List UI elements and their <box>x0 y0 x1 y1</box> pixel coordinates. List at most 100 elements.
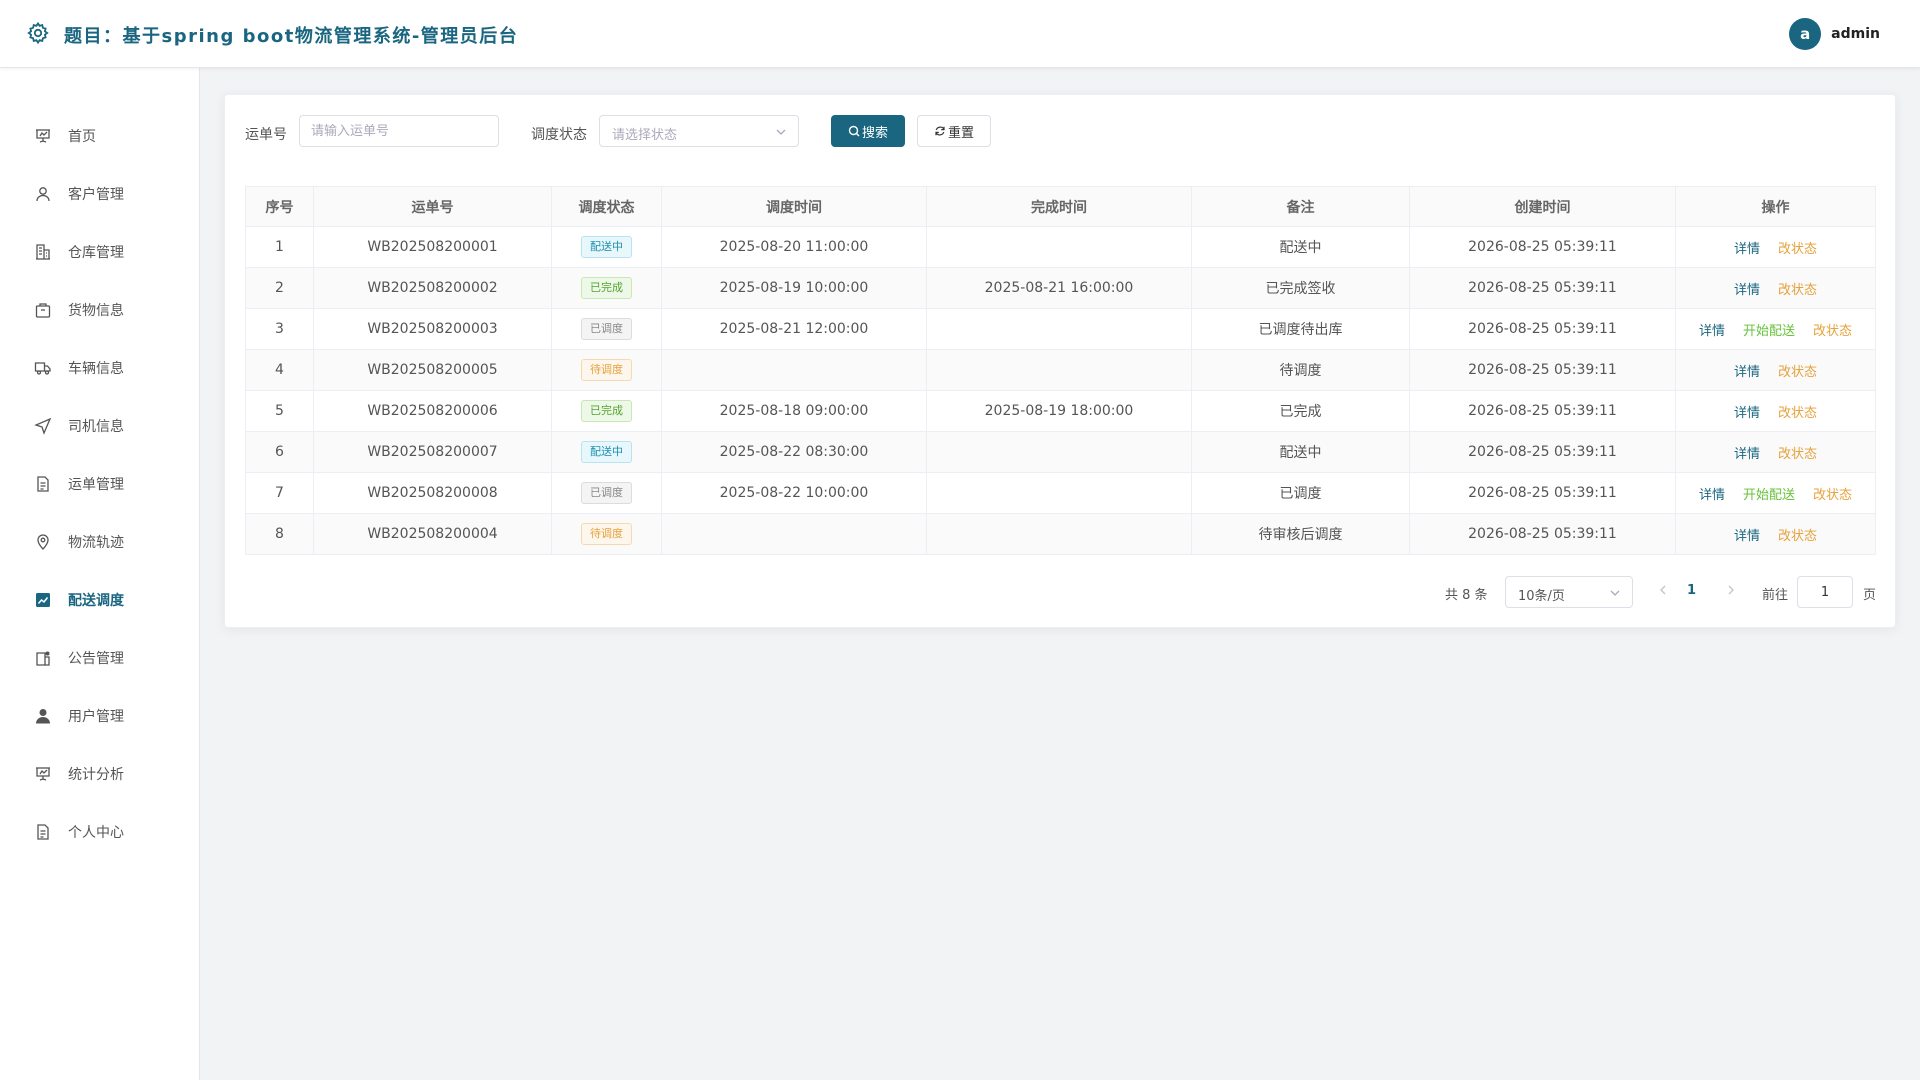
dispatch-time <box>661 349 927 391</box>
dispatch-time: 2025-08-22 10:00:00 <box>661 472 927 514</box>
sidebar-item[interactable]: 物流轨迹 <box>0 522 199 562</box>
dispatch-time: 2025-08-18 09:00:00 <box>661 390 927 432</box>
dispatch-panel: 运单号 调度状态 请选择状态 搜索 重置 序号运单号调度状态调度时间完成时间备注… <box>224 94 1896 628</box>
sidebar-item[interactable]: 运单管理 <box>0 464 199 504</box>
waybill-search-input[interactable] <box>299 115 499 147</box>
column-header: 创建时间 <box>1409 186 1676 227</box>
actions-cell: 详情 改状态 <box>1675 226 1876 268</box>
goto-page-input[interactable] <box>1797 576 1853 608</box>
start-delivery-link[interactable]: 开始配送 <box>1743 488 1795 503</box>
remark: 配送中 <box>1191 431 1410 473</box>
remark: 已完成 <box>1191 390 1410 432</box>
sidebar-item[interactable]: 用户管理 <box>0 696 199 736</box>
remark: 待审核后调度 <box>1191 513 1410 555</box>
dispatch-time: 2025-08-19 10:00:00 <box>661 267 927 309</box>
actions-cell: 详情 开始配送 改状态 <box>1675 308 1876 350</box>
detail-link[interactable]: 详情 <box>1734 529 1760 544</box>
detail-link[interactable]: 详情 <box>1699 488 1725 503</box>
actions-cell: 详情 开始配送 改状态 <box>1675 472 1876 514</box>
column-header: 调度时间 <box>661 186 927 227</box>
status-cell: 已调度 <box>551 308 662 350</box>
start-delivery-link[interactable]: 开始配送 <box>1743 324 1795 339</box>
status-select[interactable]: 请选择状态 <box>599 115 799 147</box>
location-pin-icon <box>34 533 52 551</box>
change-status-link[interactable]: 改状态 <box>1813 324 1852 339</box>
remark: 已调度 <box>1191 472 1410 514</box>
username[interactable]: admin <box>1831 26 1880 42</box>
table-row: 4 WB202508200005 待调度 待调度 2026-08-25 05:39:11… <box>245 349 1876 391</box>
detail-link[interactable]: 详情 <box>1699 324 1725 339</box>
status-filter-label: 调度状态 <box>531 127 587 143</box>
waybill-filter-label: 运单号 <box>245 127 287 143</box>
detail-link[interactable]: 详情 <box>1734 242 1760 257</box>
change-status-link[interactable]: 改状态 <box>1813 488 1852 503</box>
complete-time: 2025-08-19 18:00:00 <box>926 390 1192 432</box>
status-select-placeholder: 请选择状态 <box>612 128 678 143</box>
sidebar-item[interactable]: 统计分析 <box>0 754 199 794</box>
complete-time <box>926 472 1192 514</box>
actions-cell: 详情 改状态 <box>1675 431 1876 473</box>
user-menu[interactable]: a admin <box>1789 18 1880 50</box>
refresh-icon <box>935 126 945 136</box>
created-time: 2026-08-25 05:39:11 <box>1409 349 1676 391</box>
row-index: 2 <box>245 267 314 309</box>
detail-link[interactable]: 详情 <box>1734 283 1760 298</box>
goto-label: 前往 <box>1762 588 1789 603</box>
notice-icon <box>34 649 52 667</box>
detail-link[interactable]: 详情 <box>1734 406 1760 421</box>
sidebar-item[interactable]: 客户管理 <box>0 174 199 214</box>
search-icon <box>848 125 860 137</box>
dispatch-time <box>661 513 927 555</box>
row-index: 1 <box>245 226 314 268</box>
sidebar-item-label: 个人中心 <box>68 825 124 841</box>
remark: 待调度 <box>1191 349 1410 391</box>
status-badge: 配送中 <box>581 441 632 463</box>
complete-time <box>926 513 1192 555</box>
page-size-select[interactable]: 10条/页 <box>1505 576 1633 608</box>
change-status-link[interactable]: 改状态 <box>1778 447 1817 462</box>
status-badge: 已完成 <box>581 277 632 299</box>
person-icon <box>34 707 52 725</box>
search-button[interactable]: 搜索 <box>831 115 905 147</box>
box-icon <box>34 301 52 319</box>
current-page-number[interactable]: 1 <box>1687 583 1696 598</box>
created-time: 2026-08-25 05:39:11 <box>1409 513 1676 555</box>
row-index: 5 <box>245 390 314 432</box>
sidebar-item[interactable]: 公告管理 <box>0 638 199 678</box>
dispatch-time: 2025-08-21 12:00:00 <box>661 308 927 350</box>
actions-cell: 详情 改状态 <box>1675 349 1876 391</box>
detail-link[interactable]: 详情 <box>1734 365 1760 380</box>
change-status-link[interactable]: 改状态 <box>1778 283 1817 298</box>
sidebar-item[interactable]: 司机信息 <box>0 406 199 446</box>
app-title: 题目：基于spring boot物流管理系统-管理员后台 <box>64 26 519 47</box>
sidebar-item-label: 仓库管理 <box>68 245 124 261</box>
sidebar-item-label: 客户管理 <box>68 187 124 203</box>
table-row: 1 WB202508200001 配送中 2025-08-20 11:00:00 配送中… <box>245 226 1876 268</box>
created-time: 2026-08-25 05:39:11 <box>1409 308 1676 350</box>
change-status-link[interactable]: 改状态 <box>1778 242 1817 257</box>
status-cell: 配送中 <box>551 226 662 268</box>
change-status-link[interactable]: 改状态 <box>1778 365 1817 380</box>
detail-link[interactable]: 详情 <box>1734 447 1760 462</box>
search-button-label: 搜索 <box>861 125 888 141</box>
avatar[interactable]: a <box>1789 18 1822 50</box>
status-badge: 配送中 <box>581 236 632 258</box>
sidebar-item-label: 运单管理 <box>68 477 124 493</box>
sidebar-item[interactable]: 货物信息 <box>0 290 199 330</box>
sidebar-item[interactable]: 车辆信息 <box>0 348 199 388</box>
sidebar-item[interactable]: 首页 <box>0 116 199 156</box>
sidebar-item[interactable]: 配送调度 <box>0 580 199 620</box>
change-status-link[interactable]: 改状态 <box>1778 529 1817 544</box>
change-status-link[interactable]: 改状态 <box>1778 406 1817 421</box>
next-page-icon[interactable] <box>1725 583 1737 597</box>
column-header: 调度状态 <box>551 186 662 227</box>
status-cell: 待调度 <box>551 513 662 555</box>
prev-page-icon[interactable] <box>1657 583 1669 597</box>
reset-button[interactable]: 重置 <box>917 115 991 147</box>
waybill-number: WB202508200005 <box>313 349 552 391</box>
sidebar-item[interactable]: 个人中心 <box>0 812 199 852</box>
remark: 已完成签收 <box>1191 267 1410 309</box>
sidebar-item[interactable]: 仓库管理 <box>0 232 199 272</box>
table-row: 3 WB202508200003 已调度 2025-08-21 12:00:00 已调度… <box>245 308 1876 350</box>
row-index: 6 <box>245 431 314 473</box>
